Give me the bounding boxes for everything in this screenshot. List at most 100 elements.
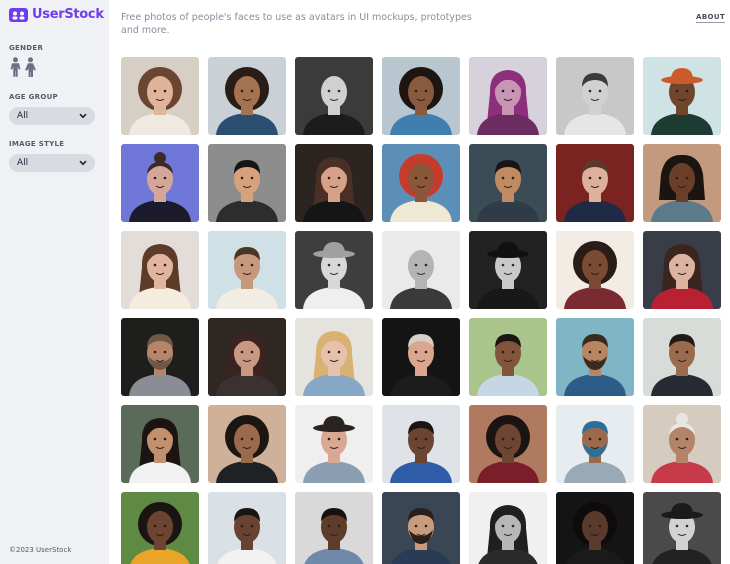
logo[interactable]: UserStock [9,7,104,22]
avatar-photo[interactable] [643,144,721,222]
avatar-image [295,405,373,483]
avatar-image [208,405,286,483]
avatar-image [643,231,721,309]
avatar-photo[interactable] [556,231,634,309]
avatar-photo[interactable] [208,492,286,564]
avatar-photo[interactable] [556,318,634,396]
gender-filter [9,57,37,77]
brand-name: UserStock [32,7,104,22]
avatar-photo[interactable] [556,492,634,564]
image-style-select[interactable]: All [9,154,95,172]
avatar-photo[interactable] [469,144,547,222]
age-group-select[interactable]: All [9,107,95,125]
avatar-image [208,318,286,396]
avatar-image [208,492,286,564]
sidebar: UserStock GENDER AGE GROUP All IMAGE STY… [0,0,109,564]
avatar-image [295,318,373,396]
avatar-photo[interactable] [556,144,634,222]
avatar-image [295,231,373,309]
avatar-photo[interactable] [208,57,286,135]
avatar-photo[interactable] [469,57,547,135]
avatar-photo[interactable] [643,318,721,396]
avatar-image [469,57,547,135]
avatar-photo[interactable] [469,492,547,564]
avatar-image [295,57,373,135]
avatar-photo[interactable] [556,57,634,135]
tagline: Free photos of people's faces to use as … [121,12,472,36]
avatar-image [121,405,199,483]
avatar-photo[interactable] [469,318,547,396]
avatar-image [382,231,460,309]
avatar-photo[interactable] [643,405,721,483]
avatar-photo[interactable] [121,492,199,564]
image-style-value: All [17,158,29,168]
avatar-image [556,144,634,222]
avatar-photo[interactable] [295,57,373,135]
avatar-image [121,57,199,135]
logo-icon [9,7,28,22]
avatar-photo[interactable] [208,144,286,222]
avatar-image [295,144,373,222]
chevron-down-icon [79,113,87,119]
avatar-photo[interactable] [382,318,460,396]
avatar-photo[interactable] [382,405,460,483]
avatar-image [643,405,721,483]
avatar-photo[interactable] [121,144,199,222]
avatar-photo[interactable] [295,405,373,483]
avatar-image [121,318,199,396]
avatar-photo[interactable] [469,231,547,309]
avatar-image [556,492,634,564]
avatar-image [469,492,547,564]
avatar-photo[interactable] [295,231,373,309]
gender-label: GENDER [9,44,44,52]
avatar-image [556,57,634,135]
avatar-image [643,318,721,396]
avatar-photo[interactable] [295,318,373,396]
avatar-image [643,144,721,222]
male-icon[interactable] [9,57,22,77]
avatar-photo[interactable] [121,57,199,135]
age-group-value: All [17,111,29,121]
avatar-image [469,318,547,396]
image-style-label: IMAGE STYLE [9,140,65,148]
avatar-photo[interactable] [295,492,373,564]
avatar-photo[interactable] [382,57,460,135]
female-icon[interactable] [24,57,37,77]
avatar-photo[interactable] [469,405,547,483]
copyright: ©2023 UserStock [9,546,72,554]
photo-grid [121,57,721,564]
avatar-photo[interactable] [121,231,199,309]
avatar-image [382,318,460,396]
avatar-image [121,144,199,222]
avatar-photo[interactable] [121,405,199,483]
avatar-photo[interactable] [643,492,721,564]
avatar-photo[interactable] [382,231,460,309]
avatar-photo[interactable] [208,231,286,309]
avatar-photo[interactable] [208,318,286,396]
avatar-photo[interactable] [295,144,373,222]
avatar-photo[interactable] [121,318,199,396]
avatar-image [643,492,721,564]
avatar-image [121,492,199,564]
avatar-image [556,318,634,396]
avatar-image [382,492,460,564]
avatar-image [121,231,199,309]
about-link[interactable]: ABOUT [696,13,726,23]
avatar-photo[interactable] [643,231,721,309]
avatar-image [208,144,286,222]
avatar-photo[interactable] [643,57,721,135]
avatar-photo[interactable] [556,405,634,483]
avatar-image [556,405,634,483]
avatar-photo[interactable] [208,405,286,483]
avatar-image [382,57,460,135]
avatar-image [469,231,547,309]
avatar-image [469,144,547,222]
avatar-image [295,492,373,564]
avatar-image [556,231,634,309]
age-group-label: AGE GROUP [9,93,58,101]
avatar-photo[interactable] [382,492,460,564]
avatar-image [208,57,286,135]
avatar-photo[interactable] [382,144,460,222]
avatar-image [382,405,460,483]
avatar-image [469,405,547,483]
